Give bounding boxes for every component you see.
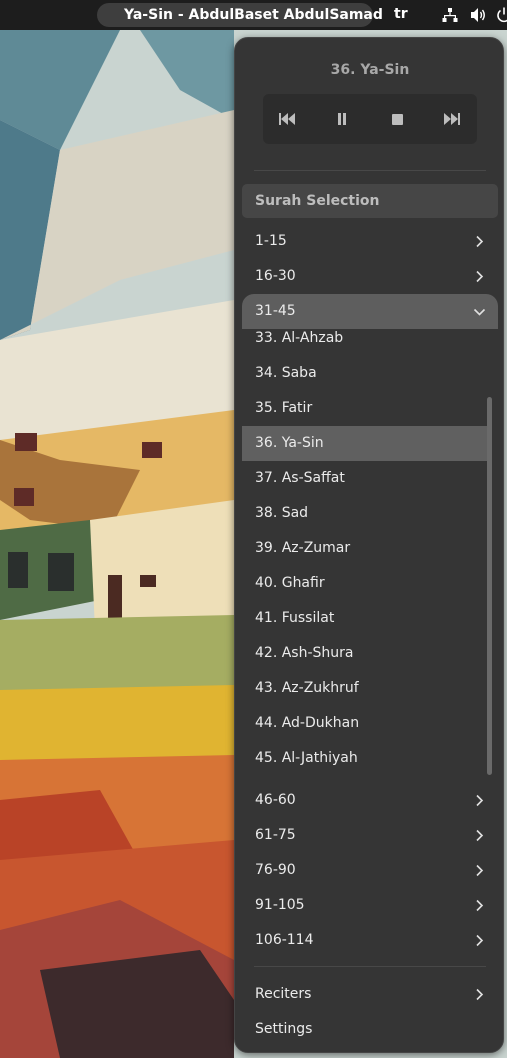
previous-button[interactable] [279,111,295,127]
group-61-75[interactable]: 61-75 [242,818,498,853]
surah-item[interactable]: 40. Ghafir [242,566,487,601]
surah-item[interactable]: 38. Sad [242,496,487,531]
top-bar: Ya-Sin - AbdulBaset AbdulSamad tr [0,0,507,30]
playback-controls [263,94,477,144]
surah-item[interactable]: 37. As-Saffat [242,461,487,496]
chevron-right-icon [476,988,484,1001]
separator [254,966,486,967]
group-label: 46-60 [255,792,296,808]
group-16-30[interactable]: 16-30 [242,259,498,294]
chevron-right-icon [476,829,484,842]
keyboard-layout-indicator[interactable]: tr [394,6,408,22]
chevron-right-icon [476,934,484,947]
chevron-right-icon [476,235,484,248]
group-1-15[interactable]: 1-15 [242,224,498,259]
surah-list-scrollbar[interactable] [487,397,492,775]
group-label: 91-105 [255,897,305,913]
chevron-right-icon [476,270,484,283]
settings-label: Settings [255,1021,313,1037]
chevron-right-icon [476,864,484,877]
network-icon[interactable] [442,7,458,23]
group-76-90[interactable]: 76-90 [242,853,498,888]
chevron-right-icon [476,899,484,912]
indicator-title: Ya-Sin - AbdulBaset AbdulSamad [124,7,383,23]
volume-icon[interactable] [470,7,486,23]
now-playing-title: 36. Ya-Sin [330,62,410,78]
pause-button[interactable] [334,111,350,127]
group-46-60[interactable]: 46-60 [242,783,498,818]
power-icon[interactable] [496,7,507,23]
surah-item[interactable]: 43. Az-Zukhruf [242,671,487,706]
surah-item[interactable]: 39. Az-Zumar [242,531,487,566]
group-106-114[interactable]: 106-114 [242,923,498,958]
surah-item[interactable]: 41. Fussilat [242,601,487,636]
next-button[interactable] [444,111,460,127]
group-label: 106-114 [255,932,314,948]
settings-menu-item[interactable]: Settings [242,1012,498,1047]
group-label: 76-90 [255,862,296,878]
next-icon [444,113,460,125]
surah-item[interactable]: 44. Ad-Dukhan [242,706,487,741]
group-label: 31-45 [255,303,296,319]
group-91-105[interactable]: 91-105 [242,888,498,923]
group-label: 16-30 [255,268,296,284]
reciters-label: Reciters [255,986,312,1002]
stop-icon [391,113,403,125]
surah-item[interactable]: 33. Al-Ahzab [242,328,487,356]
stop-button[interactable] [389,111,405,127]
pause-icon [338,113,346,125]
separator [254,170,486,171]
quran-player-menu: 36. Ya-Sin Surah Selection 1-15 16-30 31… [234,37,504,1053]
reciters-menu-item[interactable]: Reciters [242,977,498,1012]
surah-item[interactable]: 35. Fatir [242,391,487,426]
chevron-right-icon [476,794,484,807]
chevron-down-icon [473,308,486,316]
previous-icon [279,113,295,125]
group-label: 1-15 [255,233,287,249]
surah-selection-header: Surah Selection [242,184,498,218]
surah-item[interactable]: 34. Saba [242,356,487,391]
surah-list: 33. Al-Ahzab 34. Saba 35. Fatir 36. Ya-S… [242,328,498,783]
surah-item[interactable]: 42. Ash-Shura [242,636,487,671]
group-label: 61-75 [255,827,296,843]
group-31-45-expanded[interactable]: 31-45 [242,294,498,329]
surah-item-active[interactable]: 36. Ya-Sin [242,426,487,461]
quran-player-indicator[interactable]: Ya-Sin - AbdulBaset AbdulSamad [97,3,383,27]
surah-item[interactable]: 45. Al-Jathiyah [242,741,487,776]
